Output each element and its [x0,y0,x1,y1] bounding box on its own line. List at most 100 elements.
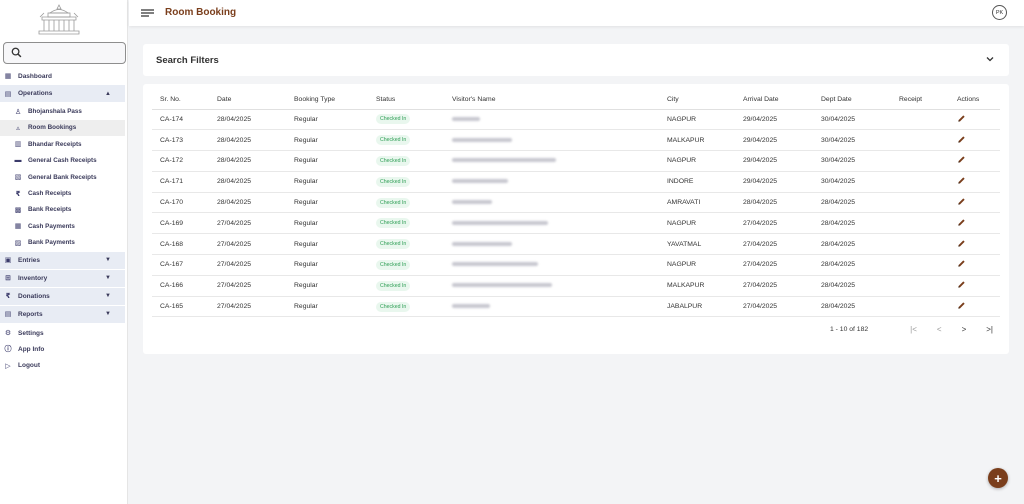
col-header-booking-type[interactable]: Booking Type [286,90,368,110]
cell-status: Checked In [368,150,444,172]
table-row[interactable]: CA-166 27/04/2025 Regular Checked In MALKAPU… [152,275,1000,297]
cell-receipt [891,192,949,214]
status-badge: Checked In [376,176,411,187]
redacted-visitor-name [452,304,490,309]
edit-icon[interactable] [957,135,966,144]
sidebar-item-label: Reports [18,310,43,318]
edit-icon[interactable] [957,280,966,289]
sidebar-item-bank-receipts[interactable]: ▩ Bank Receipts [0,202,128,218]
status-badge: Checked In [376,197,411,208]
sidebar-item-bhandar-receipts[interactable]: ▥ Bhandar Receipts [0,136,128,152]
last-page-button[interactable]: >| [986,325,993,334]
cell-receipt [891,150,949,172]
status-badge: Checked In [376,259,411,270]
col-header-sr-no[interactable]: Sr. No. [152,90,209,110]
sidebar-item-label: Bank Receipts [28,206,72,214]
sidebar-item-logout[interactable]: ▷ Logout [0,358,128,374]
chevron-up-icon[interactable]: ▲ [105,91,111,97]
cell-visitor-name [444,192,659,214]
cell-city: YAVATMAL [659,233,735,256]
table-row[interactable]: CA-172 28/04/2025 Regular Checked In NAGPUR 2… [152,150,1000,172]
sidebar-item-dashboard[interactable]: ▦ Dashboard [0,68,128,84]
table-row[interactable]: CA-174 28/04/2025 Regular Checked In NAGPUR 2… [152,109,1000,131]
cell-date: 27/04/2025 [209,212,286,235]
cell-dept-date: 28/04/2025 [813,275,891,297]
sidebar-item-entries[interactable]: ▣ Entries ▼ [0,251,125,269]
sidebar-item-operations[interactable]: ▤ Operations ▲ [0,85,125,103]
menu-toggle-icon[interactable] [141,9,154,17]
chevron-down-icon[interactable]: ▼ [105,293,111,299]
next-page-button[interactable]: > [962,325,967,334]
table-row[interactable]: CA-168 27/04/2025 Regular Checked In YAVATMA… [152,233,1000,256]
edit-icon[interactable] [957,239,966,248]
sidebar-item-reports[interactable]: ▤ Reports ▼ [0,305,125,323]
chevron-down-icon[interactable]: ▼ [105,257,111,263]
add-booking-button[interactable]: + [988,468,1008,488]
sidebar-item-bhojanshala-pass[interactable]: ♙ Bhojanshala Pass [0,103,128,119]
cell-visitor-name [444,109,659,131]
search-filters-panel[interactable]: Search Filters [143,44,1009,76]
col-header-arrival-date[interactable]: Arrival Date [735,90,813,110]
col-header-receipt[interactable]: Receipt [891,90,949,110]
edit-icon[interactable] [957,176,966,185]
calculator-icon: ▦ [14,223,22,231]
table-row[interactable]: CA-167 27/04/2025 Regular Checked In NAGPUR 2… [152,254,1000,276]
sidebar-item-settings[interactable]: ⚙ Settings [0,325,128,341]
cell-sr-no: CA-170 [152,192,209,214]
sidebar-item-cash-receipts[interactable]: ₹ Cash Receipts [0,185,128,201]
edit-icon[interactable] [957,114,966,123]
sidebar-item-room-bookings[interactable]: ▵ Room Bookings [0,119,125,137]
sidebar-item-general-bank-receipts[interactable]: ▧ General Bank Receipts [0,169,128,185]
table-row[interactable]: CA-170 28/04/2025 Regular Checked In AMRAVAT… [152,192,1000,214]
first-page-button[interactable]: |< [910,325,917,334]
entries-icon: ▣ [4,257,12,265]
chevron-down-icon[interactable] [985,54,995,64]
cell-dept-date: 28/04/2025 [813,254,891,276]
chevron-down-icon[interactable]: ▼ [105,311,111,317]
sidebar-item-label: Logout [18,362,41,370]
cell-date: 27/04/2025 [209,233,286,256]
edit-icon[interactable] [957,301,966,310]
edit-icon[interactable] [957,259,966,268]
sidebar-item-bank-payments[interactable]: ▨ Bank Payments [0,235,128,251]
cell-visitor-name [444,171,659,193]
status-badge: Checked In [376,218,411,229]
cell-dept-date: 30/04/2025 [813,150,891,172]
sidebar-item-inventory[interactable]: ⊞ Inventory ▼ [0,269,125,287]
status-badge: Checked In [376,114,411,125]
table-row[interactable]: CA-171 28/04/2025 Regular Checked In INDORE 2… [152,171,1000,193]
sidebar-item-app-info[interactable]: ⓘ App Info [0,341,128,357]
rupee-icon: ₹ [5,293,11,301]
edit-icon[interactable] [957,218,966,227]
cell-actions [949,129,1000,152]
sidebar-item-general-cash-receipts[interactable]: ▬ General Cash Receipts [0,153,128,169]
cell-visitor-name [444,129,659,152]
table-row[interactable]: CA-169 27/04/2025 Regular Checked In NAGPUR 2… [152,212,1000,235]
chevron-down-icon[interactable]: ▼ [105,275,111,281]
cell-city: MALKAPUR [659,275,735,297]
cell-city: NAGPUR [659,254,735,276]
col-header-status[interactable]: Status [368,90,444,110]
search-input[interactable] [3,42,126,64]
col-header-dept-date[interactable]: Dept Date [813,90,891,110]
sidebar-item-label: Bhandar Receipts [28,140,82,148]
prev-page-button[interactable]: < [937,325,942,334]
pagination: 1 - 10 of 182 |< < > >| [830,325,993,334]
cell-actions [949,254,1000,276]
table-row[interactable]: CA-165 27/04/2025 Regular Checked In JABALPU… [152,296,1000,318]
col-header-date[interactable]: Date [209,90,286,110]
status-badge: Checked In [376,301,411,312]
col-header-city[interactable]: City [659,90,735,110]
sidebar-item-label: App Info [18,345,45,353]
status-badge: Checked In [376,239,411,250]
cell-status: Checked In [368,296,444,318]
sidebar-item-donations[interactable]: ₹ Donations ▼ [0,287,125,305]
edit-icon[interactable] [957,197,966,206]
edit-icon[interactable] [957,155,966,164]
sidebar-item-cash-payments[interactable]: ▦ Cash Payments [0,218,128,234]
user-avatar[interactable]: PK [992,5,1007,20]
col-header-visitor-name[interactable]: Visitor's Name [444,90,659,110]
cell-arrival-date: 29/04/2025 [735,109,813,131]
table-row[interactable]: CA-173 28/04/2025 Regular Checked In MALKAPU… [152,129,1000,152]
cell-sr-no: CA-171 [152,171,209,193]
